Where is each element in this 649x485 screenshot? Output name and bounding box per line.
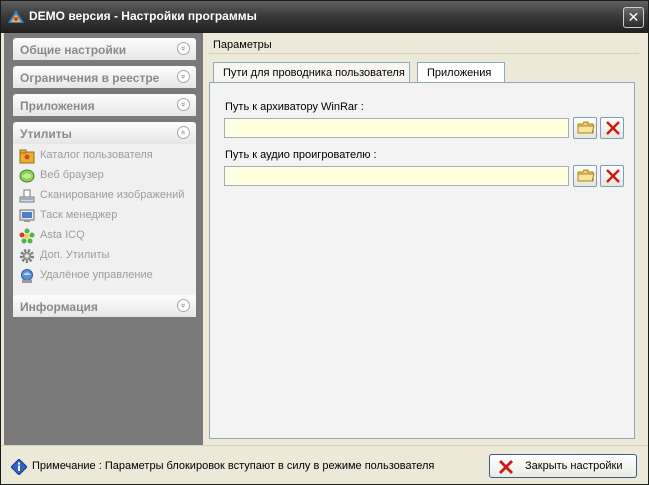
tab-explorer-paths[interactable]: Пути для проводника пользователя — [213, 62, 410, 83]
sidebar-section-label: Информация — [20, 300, 98, 314]
window-content: Общие настройки » Ограничения в реестре … — [4, 33, 645, 445]
window-close-button[interactable]: ✕ — [623, 7, 644, 28]
chevron-down-icon[interactable]: » — [177, 42, 190, 55]
winrar-path-label: Путь к архиватору WinRar : — [225, 101, 364, 113]
icq-flower-icon — [19, 228, 35, 244]
task-manager-icon — [19, 209, 35, 222]
tab-applications[interactable]: Приложения — [417, 62, 505, 84]
clear-audio-player-button[interactable] — [600, 165, 624, 187]
clear-winrar-button[interactable] — [600, 117, 624, 139]
sidebar-section-label: Приложения — [20, 99, 95, 113]
utility-item-label: Удалёное управление — [40, 269, 153, 281]
close-x-icon — [499, 460, 513, 474]
close-settings-label: Закрыть настройки — [525, 460, 623, 472]
app-logo-icon — [8, 10, 24, 23]
utility-item-label: Asta ICQ — [40, 229, 85, 241]
sidebar-section-utilities[interactable]: Утилиты « — [13, 122, 196, 144]
scanner-icon — [19, 189, 35, 203]
title-bar[interactable]: DEMO версия - Настройки программы ✕ — [1, 1, 648, 33]
sidebar-section-label: Утилиты — [20, 127, 72, 141]
audio-player-path-input[interactable] — [224, 166, 569, 186]
settings-content: Параметры Пути для проводника пользовате… — [203, 33, 645, 445]
web-browser-icon — [19, 169, 35, 183]
sidebar-section-label: Ограничения в реестре — [20, 71, 160, 85]
folder-icon — [577, 169, 595, 182]
gear-icon — [20, 249, 34, 263]
utility-item-user-catalog[interactable]: Каталог пользователя — [17, 147, 193, 165]
utility-item-label: Каталог пользователя — [40, 149, 153, 161]
utility-item-web-browser[interactable]: Веб браузер — [17, 167, 193, 185]
utility-item-label: Таск менеджер — [40, 209, 118, 221]
sidebar-section-registry[interactable]: Ограничения в реестре » — [13, 66, 196, 88]
chevron-down-icon[interactable]: » — [177, 299, 190, 312]
utility-item-label: Веб браузер — [40, 169, 104, 181]
utility-item-label: Доп. Утилиты — [40, 249, 110, 261]
divider — [209, 53, 639, 54]
winrar-path-input[interactable] — [224, 118, 569, 138]
close-settings-button[interactable]: Закрыть настройки — [489, 454, 637, 478]
sidebar: Общие настройки » Ограничения в реестре … — [4, 33, 203, 445]
delete-x-icon — [606, 121, 620, 135]
folder-icon — [577, 121, 595, 134]
info-icon — [11, 459, 27, 475]
utility-item-label: Сканирование изображений — [40, 189, 185, 201]
window-title: DEMO версия - Настройки программы — [29, 9, 257, 23]
sidebar-section-applications[interactable]: Приложения » — [13, 94, 196, 116]
tab-label: Пути для проводника пользователя — [223, 67, 405, 79]
audio-player-path-label: Путь к аудио проигрователю : — [225, 149, 377, 161]
utilities-list: Каталог пользователя Веб браузер Сканиро… — [13, 144, 196, 315]
remote-control-icon — [21, 269, 33, 283]
settings-window: DEMO версия - Настройки программы ✕ Общи… — [0, 0, 649, 485]
footer-bar: Примечание : Параметры блокировок вступа… — [1, 445, 648, 484]
sidebar-section-general[interactable]: Общие настройки » — [13, 38, 196, 60]
applications-tab-panel: Путь к архиватору WinRar : Путь к аудио … — [209, 82, 635, 439]
browse-winrar-button[interactable] — [573, 117, 597, 139]
footer-note: Примечание : Параметры блокировок вступа… — [32, 460, 435, 472]
sidebar-section-label: Общие настройки — [20, 43, 127, 57]
chevron-down-icon[interactable]: » — [177, 70, 190, 83]
section-title: Параметры — [213, 39, 272, 51]
tab-label: Приложения — [427, 67, 492, 79]
browse-audio-player-button[interactable] — [573, 165, 597, 187]
utility-item-scanner[interactable]: Сканирование изображений — [17, 187, 193, 205]
sidebar-section-information[interactable]: Информация » — [13, 295, 196, 317]
delete-x-icon — [606, 169, 620, 183]
utility-item-extra-utilities[interactable]: Доп. Утилиты — [17, 247, 193, 265]
utility-item-task-manager[interactable]: Таск менеджер — [17, 207, 193, 225]
chevron-up-icon[interactable]: « — [177, 126, 190, 139]
user-catalog-icon — [19, 149, 35, 164]
utility-item-remote-control[interactable]: Удалёное управление — [17, 267, 193, 285]
chevron-down-icon[interactable]: » — [177, 98, 190, 111]
utility-item-icq[interactable]: Asta ICQ — [17, 227, 193, 245]
